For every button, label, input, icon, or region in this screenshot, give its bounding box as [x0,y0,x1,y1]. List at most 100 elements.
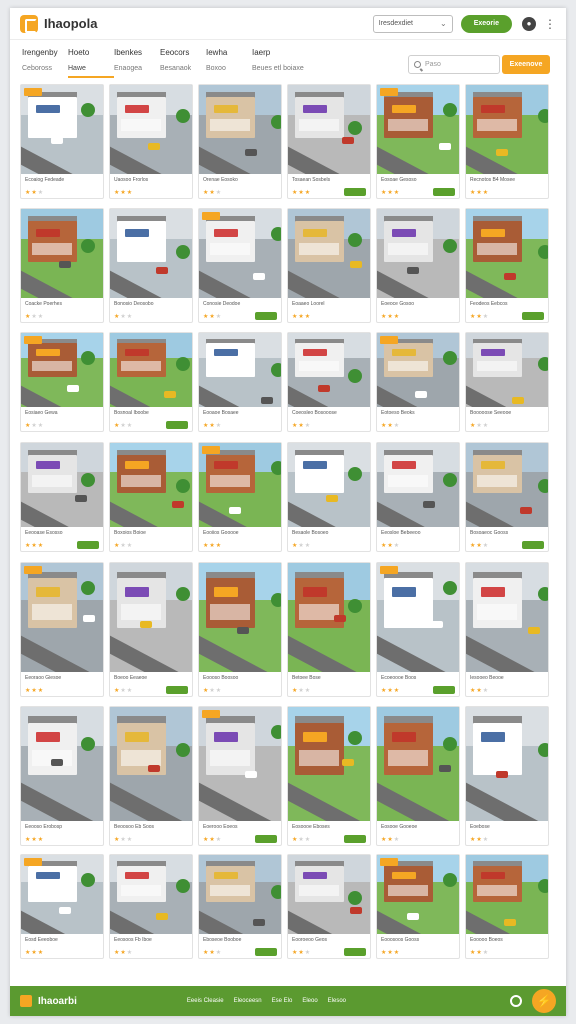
asset-card[interactable]: Uaosoo Frorlos ★ ★ ★ [109,84,193,199]
asset-card[interactable]: Ecoaiog Fedeade ★ ★ ★ [20,84,104,199]
tab-5[interactable]: Iaerp [252,48,298,57]
logo-icon[interactable] [20,14,38,33]
asset-card[interactable]: Bosnoal Iboobe ★ ★ ★ [109,332,193,432]
search-button[interactable]: Exeenove [502,55,550,74]
asset-card[interactable]: Boxoios Boioe ★ ★ ★ [109,442,193,552]
star-icon: ★ [120,189,126,196]
asset-card[interactable]: Eboseoe Booboe ★ ★ ★ [198,854,282,959]
asset-caption: Conosie Deodoe [203,301,241,307]
asset-card[interactable]: Eosooe Gooeoe ★ ★ ★ [376,706,460,846]
asset-card[interactable]: Eosoae Gesoso ★ ★ ★ [376,84,460,199]
asset-card[interactable]: Boeoo Eeaeoe ★ ★ ★ [109,562,193,697]
footer-link[interactable]: Eleoceesn [234,998,262,1004]
explore-button[interactable]: Exeorie [460,14,512,33]
footer-link[interactable]: Eleoo [302,998,317,1004]
car-icon [318,385,330,392]
asset-card[interactable]: Betoee Bose ★ ★ ★ [287,562,371,697]
subtab-0[interactable]: Ceboross [22,65,68,78]
subtab-5[interactable]: Beues etl boiaxe [252,65,342,78]
location-select[interactable]: Iresdexdiet ⌄ [372,14,453,33]
footer-link[interactable]: Eeeis Cleasie [187,998,224,1004]
asset-card[interactable]: Eeooso Erobosp ★ ★ ★ [20,706,104,846]
asset-card[interactable]: Eeoraoo Giesoe ★ ★ ★ [20,562,104,697]
asset-thumbnail [288,333,370,407]
tab-0[interactable]: Irengenby [22,48,68,57]
footer-link[interactable]: Ese Elo [272,998,293,1004]
tree-icon [348,369,362,383]
tab-1[interactable]: Hoeto [68,48,114,57]
asset-card[interactable]: Eooiios Gooooe ★ ★ ★ [198,442,282,552]
footer-link[interactable]: Elesoo [328,998,346,1004]
asset-card[interactable]: Eoeoce Gosoo ★ ★ ★ [376,208,460,323]
asset-card[interactable]: Eosoooe Eboses ★ ★ ★ [287,706,371,846]
asset-rating: ★ ★ ★ [288,539,370,551]
status-pill[interactable] [344,835,366,843]
status-pill[interactable] [166,686,188,694]
kebab-icon[interactable]: ⋮ [544,18,556,30]
asset-card[interactable]: Eotoeso Beoks ★ ★ ★ [376,332,460,432]
asset-card[interactable]: Eosiaeo Gewa ★ ★ ★ [20,332,104,432]
lightning-fab-icon[interactable]: ⚡ [532,989,556,1013]
asset-card[interactable]: Eooaoe Bosaee ★ ★ ★ [198,332,282,432]
asset-card[interactable]: Iesooeo Beooe ★ ★ ★ [465,562,549,697]
asset-card[interactable]: Eoerooo Eoeos ★ ★ ★ [198,706,282,846]
asset-card[interactable]: Eoebose ★ ★ ★ [465,706,549,846]
asset-card[interactable]: Eooosoos Gooss ★ ★ ★ [376,854,460,959]
asset-card[interactable]: Booooose Seeooe ★ ★ ★ [465,332,549,432]
status-pill[interactable] [166,421,188,429]
badge-icon [202,212,220,220]
asset-card[interactable]: Eoooso Boosoo ★ ★ ★ [198,562,282,697]
asset-card[interactable]: Eeosloe Bebeeoo ★ ★ ★ [376,442,460,552]
thumb-road [466,137,548,174]
asset-card[interactable]: Conosie Deodoe ★ ★ ★ [198,208,282,323]
asset-card[interactable]: Feodeos Eebcos ★ ★ ★ [465,208,549,323]
asset-card[interactable]: Recnotos B4 Mosee ★ ★ ★ [465,84,549,199]
thumb-sign [213,732,239,743]
subtab-3[interactable]: Besanaok [160,65,206,78]
account-icon[interactable]: ● [522,16,536,31]
status-pill[interactable] [255,948,277,956]
status-pill[interactable] [433,188,455,196]
subtab-2[interactable]: Enaogea [114,65,160,78]
subtab-4[interactable]: Boxoo [206,65,252,78]
asset-card[interactable]: Eosd Eeeoboe ★ ★ ★ [20,854,104,959]
status-pill[interactable] [522,541,544,549]
asset-card[interactable]: Beoosoo Eb Soos ★ ★ ★ [109,706,193,846]
asset-rating: ★ ★ ★ [199,419,281,431]
thumb-building [294,722,344,776]
asset-card[interactable]: Eeooase Esosso ★ ★ ★ [20,442,104,552]
status-pill[interactable] [255,835,277,843]
asset-card[interactable]: Eooroeoo Geos ★ ★ ★ [287,854,371,959]
asset-card[interactable]: Bosoaeoc Gooss ★ ★ ★ [465,442,549,552]
thumb-window [388,118,428,132]
tab-2[interactable]: Ibenkes [114,48,160,57]
asset-card[interactable]: Tosaean Sosbels ★ ★ ★ [287,84,371,199]
asset-card[interactable]: Besaole Bosoeo ★ ★ ★ [287,442,371,552]
asset-card[interactable]: Eeosoos Fb Iboe ★ ★ ★ [109,854,193,959]
asset-card[interactable]: Coacke Poerhes ★ ★ ★ [20,208,104,323]
thumb-window [32,604,72,620]
asset-card[interactable]: Ecoeoooe Boos ★ ★ ★ [376,562,460,697]
asset-card[interactable]: Bonosio Deosobo ★ ★ ★ [109,208,193,323]
asset-card[interactable]: Eoaaeo Loorel ★ ★ ★ [287,208,371,323]
status-pill[interactable] [255,312,277,320]
asset-card[interactable]: Coeosleo Bosooose ★ ★ ★ [287,332,371,432]
tab-4[interactable]: Iewha [206,48,252,57]
status-pill[interactable] [344,188,366,196]
status-pill[interactable] [344,948,366,956]
badge-icon [24,336,42,344]
star-icon: ★ [25,313,31,320]
tree-icon [176,743,190,757]
asset-card[interactable]: Orenae Eosoko ★ ★ ★ [198,84,282,199]
status-pill[interactable] [522,312,544,320]
chevron-down-icon: ⌄ [440,19,447,28]
subtab-1[interactable]: Hawe [68,65,114,78]
status-pill[interactable] [433,686,455,694]
status-pill[interactable] [77,541,99,549]
tab-3[interactable]: Eeocors [160,48,206,57]
settings-icon[interactable] [510,995,522,1007]
star-icon: ★ [292,836,298,843]
search-input[interactable]: Paso [408,55,500,74]
asset-card[interactable]: Eooooo Boeos ★ ★ ★ [465,854,549,959]
asset-thumbnail [466,333,548,407]
